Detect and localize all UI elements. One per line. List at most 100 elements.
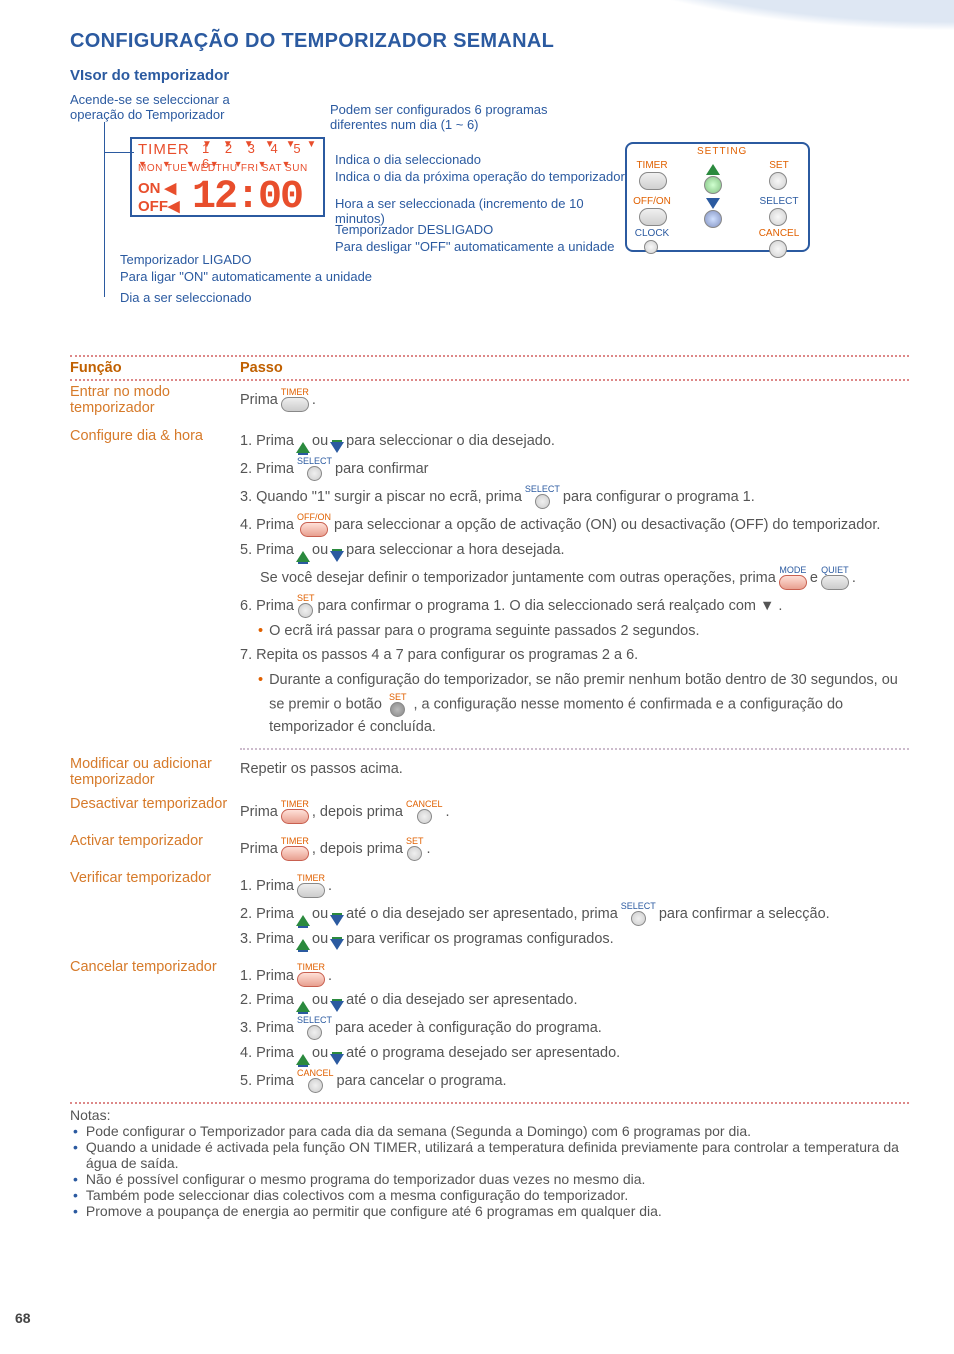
text: ou — [312, 904, 328, 926]
row-disable-timer: Desactivar temporizador Prima TIMER, dep… — [70, 796, 909, 827]
down-button[interactable] — [704, 210, 722, 228]
lcd-time: 12:00 — [192, 175, 302, 220]
text: 3. Quando "1" surgir a piscar no ecrã, p… — [240, 487, 522, 509]
callout-timer-on2: Para ligar "ON" automaticamente a unidad… — [120, 269, 420, 284]
label-offon: OFF/ON — [627, 196, 677, 207]
text: , depois prima — [312, 802, 403, 824]
note-item: Promove a poupança de energia ao permiti… — [70, 1203, 909, 1219]
select-button[interactable] — [769, 208, 787, 226]
row-cancel-timer: Cancelar temporizador 1. Prima TIMER. 2.… — [70, 959, 909, 1096]
text: para confirmar — [335, 459, 428, 481]
text: para verificar os programas configurados… — [346, 929, 614, 951]
callout-timer-on: Acende-se se seleccionar a operação do T… — [70, 92, 270, 122]
mode-button-icon: MODE — [779, 565, 807, 590]
lcd-off: OFF◀ — [138, 197, 180, 215]
text: para cancelar o programa. — [337, 1071, 507, 1093]
callout-next-day: Indica o dia da próxima operação do temp… — [335, 169, 625, 184]
remote-buttons-panel: SETTING TIMER SET OFF/ON SELECT CLOCK CA… — [625, 142, 810, 252]
text: Prima — [240, 390, 278, 412]
down-arrow-icon — [330, 915, 344, 926]
text: para seleccionar a hora desejada. — [346, 540, 564, 562]
divider — [240, 748, 909, 750]
callout-timer-off: Temporizador DESLIGADO — [335, 222, 625, 237]
select-button-icon: SELECT — [297, 1015, 332, 1040]
row-enable-timer: Activar temporizador Prima TIMER, depois… — [70, 833, 909, 864]
cancel-button[interactable] — [769, 240, 787, 258]
text: e — [810, 568, 818, 590]
up-button[interactable] — [704, 176, 722, 194]
down-arrow-icon — [706, 198, 720, 209]
notes-section: Notas: Pode configurar o Temporizador pa… — [70, 1107, 909, 1219]
step-content: Prima TIMER, depois prima CANCEL . — [240, 796, 909, 827]
func-label: Cancelar temporizador — [70, 959, 240, 1096]
timer-button-icon: TIMER — [297, 873, 325, 898]
set-button[interactable] — [769, 172, 787, 190]
timer-button[interactable] — [639, 172, 667, 190]
text: ou — [312, 990, 328, 1012]
note-item: Não é possível configurar o mesmo progra… — [70, 1171, 909, 1187]
offon-button[interactable] — [639, 208, 667, 226]
note-item: Pode configurar o Temporizador para cada… — [70, 1123, 909, 1139]
text: . — [426, 839, 430, 861]
text: para configurar o programa 1. — [563, 487, 755, 509]
step-content: Prima TIMER, depois prima SET. — [240, 833, 909, 864]
bullet-icon: • — [258, 621, 263, 643]
callout-day-selected: Indica o dia seleccionado — [335, 152, 595, 167]
text: para seleccionar a opção de activação (O… — [334, 515, 880, 537]
offon-button-icon: OFF/ON — [297, 512, 331, 537]
note-item: Quando a unidade é activada pela função … — [70, 1139, 909, 1171]
note-item: Também pode seleccionar dias colectivos … — [70, 1187, 909, 1203]
up-arrow-icon — [296, 939, 310, 950]
label-cancel: CANCEL — [754, 228, 804, 239]
label-clock: CLOCK — [627, 228, 677, 239]
text: ou — [312, 431, 328, 453]
text: . — [445, 802, 449, 824]
connector-line — [104, 122, 105, 297]
page-number: 68 — [15, 1310, 31, 1326]
select-button-icon: SELECT — [621, 901, 656, 926]
text: . — [312, 390, 316, 412]
page: CONFIGURAÇÃO DO TEMPORIZADOR SEMANAL VIs… — [0, 0, 954, 1239]
text: 4. Prima — [240, 515, 294, 537]
text: . — [852, 568, 856, 590]
down-arrow-icon — [330, 442, 344, 453]
text: ou — [312, 540, 328, 562]
step-content: 1. Prima ou para seleccionar o dia desej… — [240, 428, 909, 742]
lcd-on: ON ◀ — [138, 179, 176, 197]
label-set: SET — [754, 160, 804, 171]
text: 2. Prima — [240, 990, 294, 1012]
timer-button-icon: TIMER — [297, 962, 325, 987]
text: O ecrã irá passar para o programa seguin… — [269, 621, 699, 643]
bullet-icon: • — [258, 670, 263, 692]
step-content: Prima TIMER . — [240, 384, 909, 416]
text: 1. Prima — [240, 876, 294, 898]
func-label: Desactivar temporizador — [70, 796, 240, 827]
text: 6. Prima — [240, 596, 294, 618]
label-timer: TIMER — [627, 160, 677, 171]
lcd-display: ▼▼▼▼▼▼ TIMER 1 2 3 4 5 6 ▼▼▼▼▼▼▼ MON TUE… — [130, 137, 325, 217]
text: 4. Prima — [240, 1043, 294, 1065]
callout-day-tobe: Dia a ser seleccionado — [120, 290, 370, 305]
label-setting: SETTING — [697, 146, 747, 157]
up-arrow-icon — [706, 164, 720, 175]
clock-button[interactable] — [644, 240, 658, 254]
step-content: Repetir os passos acima. — [240, 756, 909, 788]
connector-line — [104, 152, 134, 153]
text: ou — [312, 929, 328, 951]
text: 5. Prima — [240, 540, 294, 562]
text: para seleccionar o dia desejado. — [346, 431, 555, 453]
step-content: 1. Prima TIMER. 2. Prima ou até o dia de… — [240, 870, 909, 954]
text: 1. Prima — [240, 431, 294, 453]
func-label: Activar temporizador — [70, 833, 240, 864]
divider — [70, 379, 909, 381]
timer-button-icon: TIMER — [281, 387, 309, 412]
up-arrow-icon — [296, 1001, 310, 1012]
header-funcao: Função — [70, 360, 240, 376]
text: Se você desejar definir o temporizador j… — [260, 568, 776, 590]
cancel-button-icon: CANCEL — [297, 1068, 334, 1093]
lcd-days: MON TUE WEDTHU FRI SAT SUN — [138, 163, 308, 174]
select-button-icon: SELECT — [525, 484, 560, 509]
callout-timer-on-lbl: Temporizador LIGADO — [120, 252, 370, 267]
text: 5. Prima — [240, 1071, 294, 1093]
text: Repetir os passos acima. — [240, 759, 403, 781]
